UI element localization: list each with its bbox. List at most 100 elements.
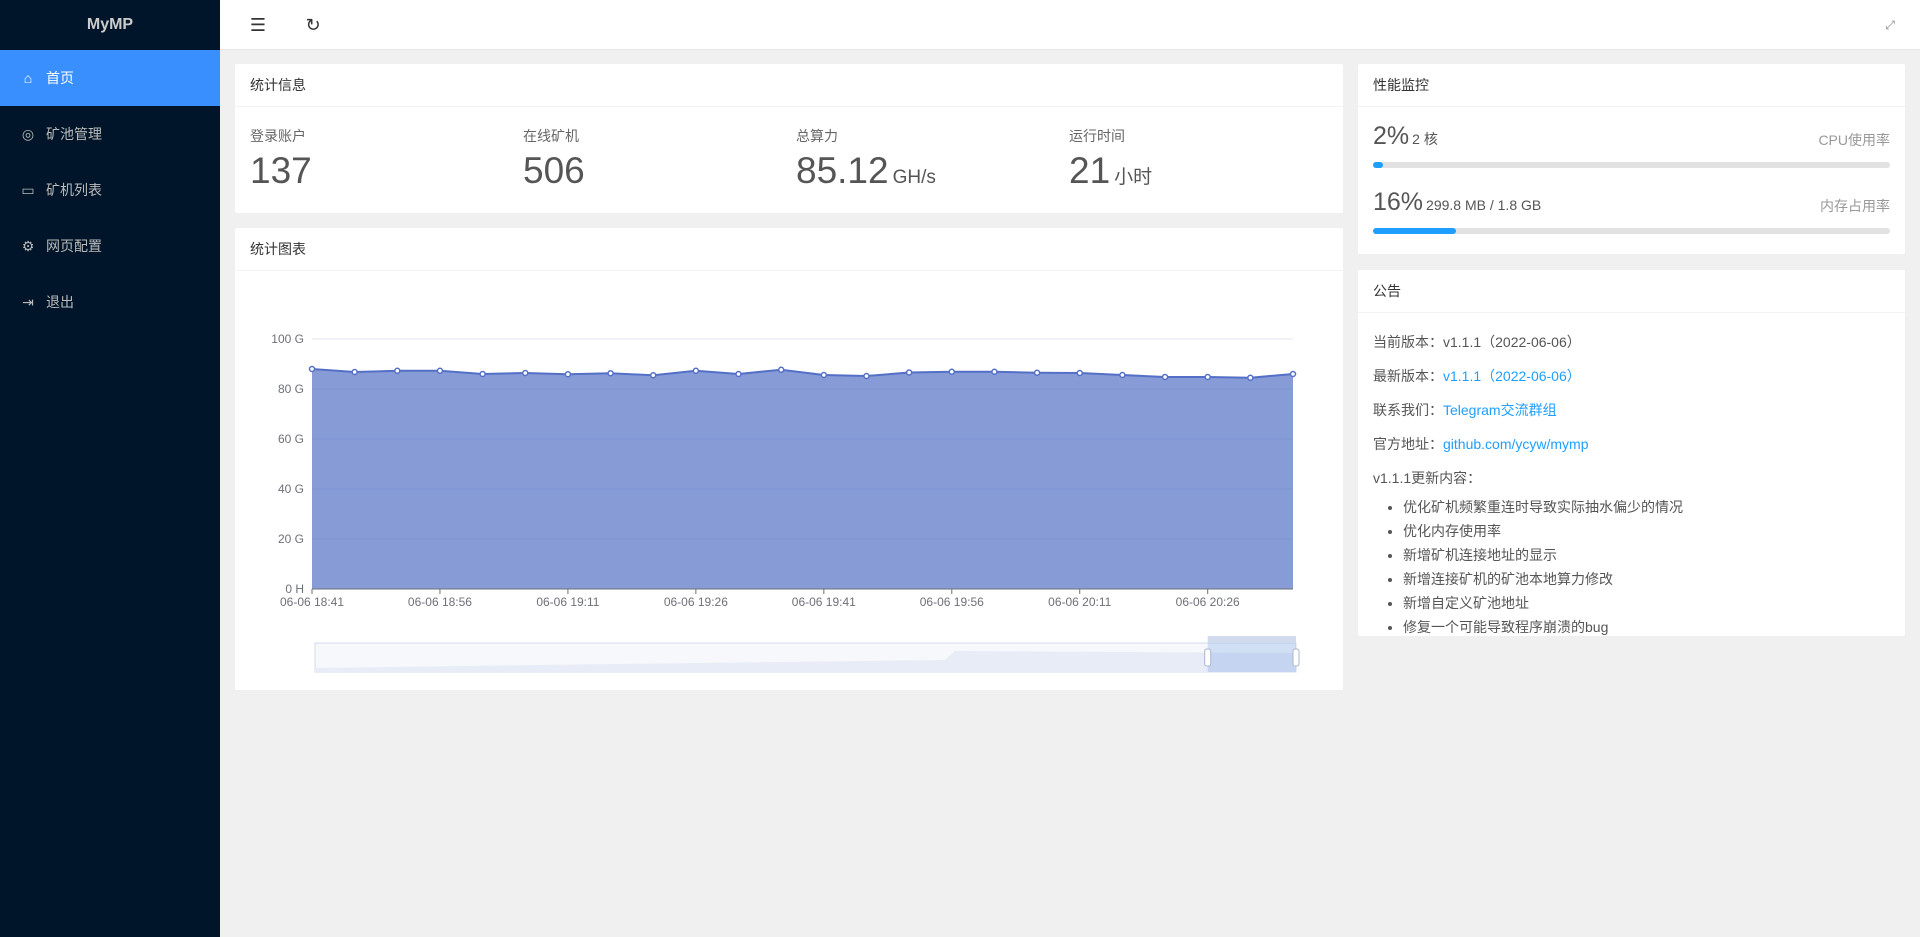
- stat-miners: 在线矿机 506: [523, 126, 585, 192]
- sidebar-item-label: 退出: [46, 294, 74, 310]
- chart-card: 统计图表 0 H 20 G 40 G 60 G 80 G 100 G 06-06 18:41…: [235, 228, 1343, 690]
- app-logo: MyMP: [86, 16, 134, 33]
- changelog-item: 新增连接矿机的矿池本地算力修改: [1403, 567, 1890, 591]
- sidebar-item-miners[interactable]: ▭ 矿机列表: [0, 162, 220, 218]
- mem-progress-fill: [1373, 228, 1456, 234]
- logout-icon: ⇥: [22, 293, 34, 310]
- data-point: [607, 370, 614, 377]
- y-tick-label: 0 H: [285, 582, 304, 596]
- stat-label: 登录账户: [250, 128, 306, 144]
- data-point: [564, 371, 572, 378]
- x-tick-label: 06-06 19:26: [664, 595, 728, 609]
- data-point: [1289, 370, 1297, 378]
- cpu-cores: 2 核: [1412, 131, 1438, 147]
- data-point: [905, 369, 913, 376]
- data-point: [991, 368, 998, 375]
- gear-icon: ⚙: [21, 237, 35, 254]
- sidebar-item-label: 矿机列表: [46, 182, 102, 198]
- mem-usage: 16% 299.8 MB / 1.8 GB 内存占用率: [1373, 188, 1890, 234]
- data-point: [522, 369, 529, 377]
- mem-label: 内存占用率: [1820, 198, 1890, 214]
- pool-icon: ◎: [21, 125, 35, 142]
- site-label: 官方地址：: [1373, 436, 1443, 452]
- github-link[interactable]: github.com/ycyw/mymp: [1443, 436, 1588, 452]
- y-tick-label: 60 G: [278, 432, 304, 446]
- card-title: 统计图表: [235, 228, 1343, 271]
- sidebar-item-config[interactable]: ⚙ 网页配置: [0, 218, 220, 274]
- data-point: [692, 367, 700, 374]
- changelog-title: v1.1.1更新内容：: [1373, 470, 1482, 486]
- data-point: [820, 371, 828, 379]
- mem-percent: 16%: [1373, 188, 1424, 216]
- data-point: [351, 368, 358, 376]
- current-version: v1.1.1（2022-06-06）: [1443, 334, 1581, 350]
- data-point: [777, 366, 785, 373]
- latest-version-label: 最新版本：: [1373, 368, 1443, 384]
- y-tick-label: 100 G: [271, 332, 304, 346]
- datazoom-handle[interactable]: [1204, 648, 1212, 667]
- sidebar-item-logout[interactable]: ⇥ 退出: [0, 274, 220, 330]
- stat-value: 21: [1069, 150, 1111, 191]
- data-point: [479, 370, 486, 378]
- stat-label: 总算力: [796, 128, 838, 144]
- sidebar: MyMP ⌂ 首页 ◎ 矿池管理 ▭ 矿机列表 ⚙ 网页配置 ⇥ 退出: [0, 0, 220, 937]
- latest-version-link[interactable]: v1.1.1（2022-06-06）: [1443, 368, 1581, 384]
- mem-progress: [1373, 228, 1890, 234]
- cpu-progress: [1373, 162, 1890, 168]
- current-version-label: 当前版本：: [1373, 334, 1443, 350]
- x-tick-label: 06-06 20:26: [1176, 595, 1240, 609]
- card-title: 性能监控: [1358, 64, 1905, 107]
- data-point: [863, 372, 870, 380]
- stat-accounts: 登录账户 137: [250, 126, 312, 192]
- monitor-icon: ▭: [21, 181, 35, 198]
- datazoom-handle[interactable]: [1292, 648, 1300, 667]
- data-point: [1247, 374, 1254, 381]
- hashrate-chart: 0 H 20 G 40 G 60 G 80 G 100 G 06-06 18:41 06-06…: [271, 332, 1300, 673]
- series-area: [312, 369, 1293, 589]
- datazoom-move-handle[interactable]: [1207, 636, 1296, 643]
- stat-label: 运行时间: [1069, 128, 1125, 144]
- data-point: [308, 365, 316, 373]
- data-point: [436, 367, 444, 374]
- data-point: [649, 372, 657, 379]
- refresh-icon[interactable]: ↻: [303, 15, 323, 35]
- card-title: 统计信息: [235, 64, 1343, 107]
- contact-label: 联系我们：: [1373, 402, 1443, 418]
- data-point: [394, 367, 401, 374]
- stat-value: 85.12: [796, 150, 889, 191]
- stats-card: 统计信息 登录账户 137 在线矿机 506 总算力 85.12 GH/s 运行时间 21…: [235, 64, 1343, 213]
- stat-value: 137: [250, 150, 312, 191]
- data-point: [1204, 373, 1211, 381]
- mem-detail: 299.8 MB / 1.8 GB: [1426, 197, 1542, 213]
- telegram-link[interactable]: Telegram交流群组: [1443, 402, 1557, 418]
- x-tick-label: 06-06 18:41: [280, 595, 344, 609]
- data-point: [948, 368, 956, 375]
- data-point: [1161, 373, 1169, 381]
- x-tick-label: 06-06 20:11: [1048, 595, 1111, 609]
- sidebar-item-home[interactable]: ⌂ 首页: [0, 50, 220, 106]
- sidebar-item-label: 首页: [46, 70, 74, 86]
- data-point: [1076, 369, 1083, 377]
- datazoom-window[interactable]: [1207, 643, 1296, 672]
- stat-uptime: 运行时间 21 小时: [1069, 126, 1152, 192]
- stat-hashrate: 总算力 85.12 GH/s: [796, 126, 936, 192]
- stat-label: 在线矿机: [523, 128, 579, 144]
- cpu-progress-fill: [1373, 162, 1384, 168]
- menu-fold-icon[interactable]: ☰: [248, 15, 268, 35]
- changelog-item: 新增矿机连接地址的显示: [1403, 543, 1890, 567]
- stat-unit: GH/s: [892, 167, 936, 188]
- changelog-item: 修复一个可能导致程序崩溃的bug: [1403, 615, 1890, 639]
- data-point: [1119, 371, 1126, 379]
- cpu-percent: 2%: [1373, 122, 1410, 150]
- x-tick-label: 06-06 19:56: [920, 595, 984, 609]
- data-point: [735, 370, 742, 378]
- home-icon: ⌂: [23, 70, 33, 86]
- card-title: 公告: [1358, 270, 1905, 313]
- fullscreen-icon[interactable]: ⤢: [1880, 15, 1900, 35]
- sidebar-item-pool[interactable]: ◎ 矿池管理: [0, 106, 220, 162]
- y-tick-label: 80 G: [278, 382, 304, 396]
- changelog-item: 优化矿机频繁重连时导致实际抽水偏少的情况: [1403, 495, 1890, 519]
- sidebar-item-label: 矿池管理: [46, 126, 102, 142]
- changelog-item: 新增自定义矿池地址: [1403, 591, 1890, 615]
- stat-unit: 小时: [1114, 167, 1153, 188]
